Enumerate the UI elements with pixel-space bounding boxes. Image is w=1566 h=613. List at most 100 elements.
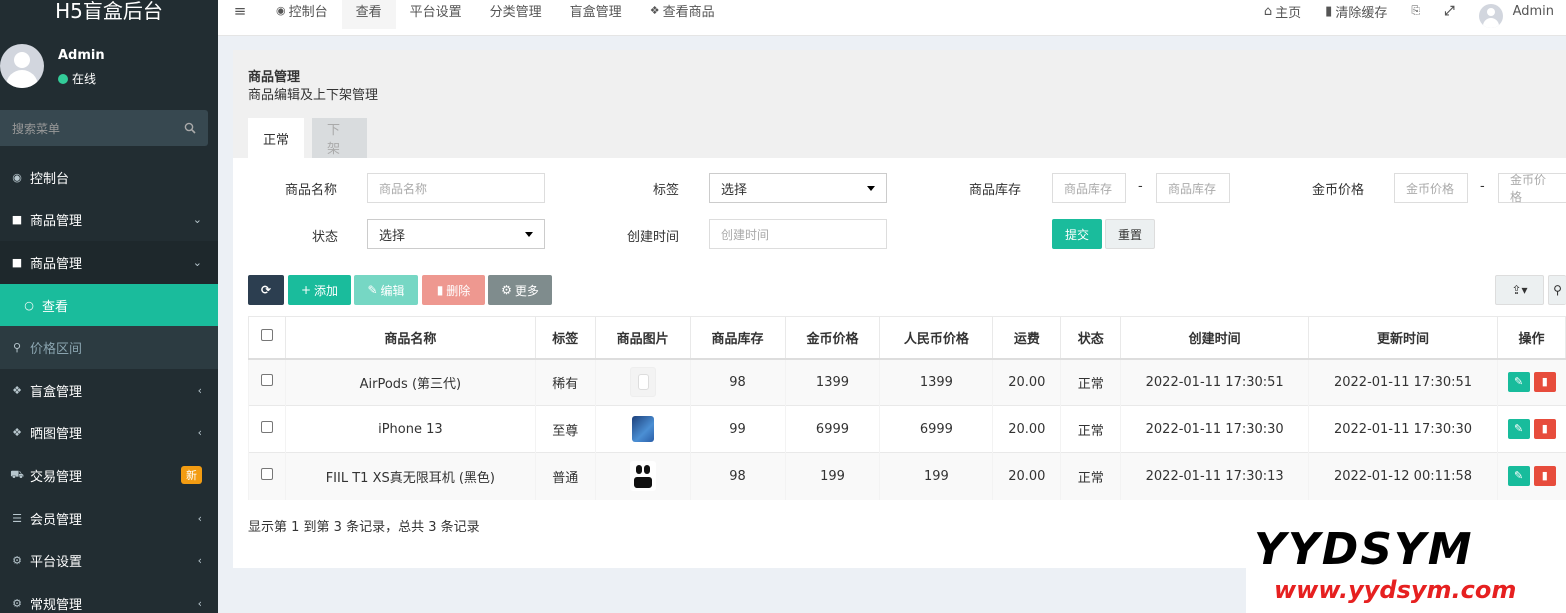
cell-image[interactable] <box>594 405 691 453</box>
row-delete-button[interactable]: ▮ <box>1533 419 1556 439</box>
stock-max-input[interactable]: 商品库存 <box>1156 173 1230 203</box>
stock-min-input[interactable]: 商品库存 <box>1052 173 1126 203</box>
stock-range-dash: - <box>1138 179 1143 194</box>
col-coin[interactable]: 金币价格 <box>784 316 881 360</box>
delete-label: 删除 <box>446 283 471 298</box>
cell-created: 2022-01-11 17:30:30 <box>1120 405 1309 453</box>
row-delete-button[interactable]: ▮ <box>1533 372 1556 393</box>
col-status[interactable]: 状态 <box>1060 316 1122 360</box>
topbar-right: ⌂ 主页 ▮ 清除缓存 ⎘ ⤢ Admin <box>1252 0 1566 36</box>
row-edit-button[interactable]: ✎ <box>1507 466 1530 487</box>
list-icon: ☰ <box>12 511 22 525</box>
home-link[interactable]: ⌂ 主页 <box>1252 2 1313 21</box>
col-tag[interactable]: 标签 <box>534 316 596 360</box>
tab-normal[interactable]: 正常 <box>248 118 305 158</box>
search-icon[interactable] <box>184 122 196 134</box>
name-input[interactable]: 商品名称 <box>367 173 545 203</box>
col-stock[interactable]: 商品库存 <box>689 316 786 360</box>
sidebar-item-photo[interactable]: ❖ 晒图管理 ‹ <box>0 412 218 455</box>
checkbox[interactable] <box>260 468 273 481</box>
sidebar-item-price-range[interactable]: ⚲ 价格区间 <box>0 326 218 369</box>
sidebar-item-goods-manage-sub[interactable]: ■ 商品管理 ⌄ <box>0 241 218 284</box>
checkbox[interactable] <box>260 329 273 342</box>
created-input[interactable]: 创建时间 <box>709 219 887 249</box>
sidebar-item-members[interactable]: ☰ 会员管理 ‹ <box>0 497 218 540</box>
admin-menu[interactable]: Admin <box>1467 4 1566 28</box>
clear-cache-button[interactable]: ▮ 清除缓存 <box>1313 2 1399 21</box>
col-image[interactable]: 商品图片 <box>594 316 691 360</box>
avatar <box>0 44 44 88</box>
name-placeholder: 商品名称 <box>379 181 428 196</box>
col-name[interactable]: 商品名称 <box>284 316 536 360</box>
sidebar-item-dashboard[interactable]: ◉ 控制台 <box>0 156 218 199</box>
cell-freight: 20.00 <box>992 405 1061 453</box>
sidebar-item-view[interactable]: ○ 查看 <box>0 283 218 327</box>
translate-button[interactable]: ⎘ <box>1399 4 1432 18</box>
coin-min-input[interactable]: 金币价格 <box>1394 173 1468 203</box>
refresh-button[interactable]: ⟳ <box>248 275 284 305</box>
delete-button[interactable]: ▮ 删除 <box>422 275 485 305</box>
export-icon: ⇪▾ <box>1511 283 1528 297</box>
brand-title[interactable]: H5盲盒后台 <box>0 0 218 28</box>
search-toggle-button[interactable]: ⚲ <box>1548 275 1566 305</box>
airpods-thumbnail-icon[interactable] <box>629 367 656 398</box>
submit-button[interactable]: 提交 <box>1052 219 1102 249</box>
cell-status: 正常 <box>1060 358 1121 406</box>
status-select[interactable]: 选择 <box>367 219 545 249</box>
cell-image[interactable] <box>594 358 691 406</box>
add-button[interactable]: + 添加 <box>288 275 351 305</box>
cell-stock: 99 <box>689 405 786 453</box>
sidebar-item-trade[interactable]: ⛟ 交易管理 新 <box>0 454 218 497</box>
fullscreen-button[interactable]: ⤢ <box>1432 4 1466 19</box>
tab-view-goods[interactable]: ❖ 查看商品 <box>636 0 729 29</box>
caret-down-icon <box>525 231 533 237</box>
sidebar-item-general[interactable]: ⚙ 常规管理 ‹ <box>0 582 218 613</box>
tab-offshelf[interactable]: 下架 <box>312 118 367 158</box>
row-checkbox-cell[interactable] <box>248 405 286 453</box>
col-created[interactable]: 创建时间 <box>1120 316 1310 360</box>
checkbox[interactable] <box>260 374 273 387</box>
sidebar-search-input[interactable]: 搜索菜单 <box>0 110 208 146</box>
export-button[interactable]: ⇪▾ <box>1495 275 1544 305</box>
sidebar-item-label: 查看 <box>42 299 69 315</box>
row-delete-button[interactable]: ▮ <box>1533 466 1556 487</box>
hamburger-icon[interactable]: ≡ <box>218 2 262 20</box>
earbuds-thumbnail-icon[interactable] <box>629 461 656 492</box>
tab-platform[interactable]: 平台设置 <box>396 0 476 29</box>
cell-coin: 199 <box>784 452 880 500</box>
row-edit-button[interactable]: ✎ <box>1507 372 1530 393</box>
tab-dashboard[interactable]: ◉ 控制台 <box>262 0 342 29</box>
user-status-label: 在线 <box>72 72 97 86</box>
table-row[interactable]: AirPods (第三代) 稀有 98 1399 1399 20.00 正常 2… <box>248 358 1566 406</box>
pencil-icon: ✎ <box>367 283 378 297</box>
sidebar-item-platform[interactable]: ⚙ 平台设置 ‹ <box>0 539 218 582</box>
table-row[interactable]: FIIL T1 XS真无限耳机 (黑色) 普通 98 199 199 20.00… <box>248 452 1566 500</box>
more-button[interactable]: ⚙ 更多 <box>488 275 552 305</box>
sidebar-item-goods-manage[interactable]: ■ 商品管理 ⌄ <box>0 199 218 242</box>
coin-label: 金币价格 <box>1312 183 1365 198</box>
row-checkbox-cell[interactable] <box>248 358 286 406</box>
cell-stock: 98 <box>689 358 786 406</box>
sidebar-item-label: 平台设置 <box>30 555 83 571</box>
cell-rmb: 199 <box>879 452 993 500</box>
row-edit-button[interactable]: ✎ <box>1507 419 1530 439</box>
tag-select[interactable]: 选择 <box>709 173 887 203</box>
table-row[interactable]: iPhone 13 至尊 99 6999 6999 20.00 正常 2022-… <box>248 405 1566 453</box>
edit-button[interactable]: ✎ 编辑 <box>354 275 418 305</box>
tab-label: 查看 <box>355 5 382 20</box>
tab-category[interactable]: 分类管理 <box>476 0 556 29</box>
tab-view[interactable]: 查看 <box>341 0 396 29</box>
tab-blindbox[interactable]: 盲盒管理 <box>556 0 636 29</box>
col-freight[interactable]: 运费 <box>992 316 1062 360</box>
col-updated[interactable]: 更新时间 <box>1308 316 1498 360</box>
iphone-thumbnail-icon[interactable] <box>631 416 654 442</box>
checkbox[interactable] <box>260 421 273 433</box>
coin-max-input[interactable]: 金币价格 <box>1498 173 1566 204</box>
col-rmb[interactable]: 人民币价格 <box>879 316 994 360</box>
select-all-checkbox[interactable] <box>248 316 286 360</box>
row-checkbox-cell[interactable] <box>248 452 286 500</box>
cell-image[interactable] <box>594 452 691 500</box>
sidebar-item-blindbox[interactable]: ❖ 盲盒管理 ‹ <box>0 369 218 412</box>
panel-heading: 商品管理 商品编辑及上下架管理 正常 下架 <box>233 50 1566 158</box>
reset-button[interactable]: 重置 <box>1105 219 1155 249</box>
